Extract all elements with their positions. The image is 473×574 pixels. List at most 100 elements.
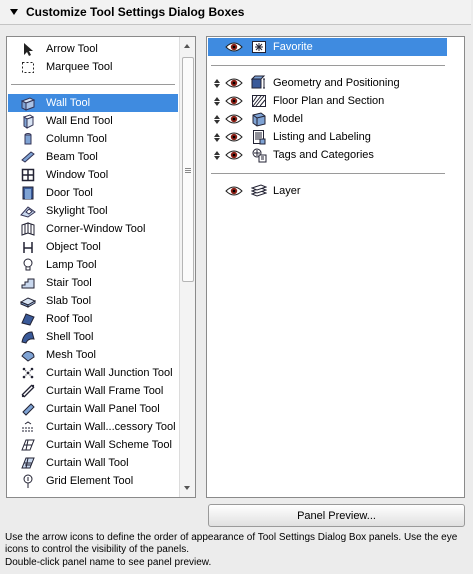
tool-list-item[interactable]: Curtain Wall Tool (8, 454, 176, 472)
panel-list-item[interactable]: Favorite (208, 38, 447, 56)
tool-list-item[interactable]: Mesh Tool (8, 346, 176, 364)
tool-label: Object Tool (46, 241, 101, 253)
tool-list-item[interactable]: Curtain Wall Frame Tool (8, 382, 176, 400)
panel-list-item[interactable]: Model (208, 110, 447, 128)
panel-list-item[interactable]: Geometry and Positioning (208, 74, 447, 92)
tool-list-item[interactable]: Slab Tool (8, 292, 176, 310)
tool-list-scrollbar[interactable] (179, 37, 195, 497)
panel-label: Favorite (273, 41, 313, 53)
shell-tool-icon (16, 328, 40, 346)
visibility-eye-icon[interactable] (223, 182, 245, 200)
scroll-up-arrow-icon[interactable] (184, 44, 190, 48)
tool-label: Grid Element Tool (46, 475, 134, 487)
tool-label: Window Tool (46, 169, 109, 181)
panel-list[interactable]: Favorite Geometry and Positioning Floor Pl… (206, 36, 465, 498)
tool-list-item[interactable]: Object Tool (8, 238, 176, 256)
tool-list-item[interactable]: Curtain Wall Panel Tool (8, 400, 176, 418)
door-tool-icon (16, 184, 40, 202)
marquee-tool-icon (16, 58, 40, 76)
panel-label: Listing and Labeling (273, 131, 371, 143)
section-header[interactable]: Customize Tool Settings Dialog Boxes (0, 0, 471, 25)
tool-list-item[interactable]: Curtain Wall Scheme Tool (8, 436, 176, 454)
tool-label: Corner-Window Tool (46, 223, 146, 235)
visibility-eye-icon[interactable] (223, 38, 245, 56)
reorder-arrows-icon[interactable] (211, 146, 223, 164)
scroll-down-arrow-icon[interactable] (184, 486, 190, 490)
curtain-wall-junction-tool-icon (16, 364, 40, 382)
favorite-panel-icon (249, 38, 269, 56)
tool-list-item[interactable]: Door Tool (8, 184, 176, 202)
tool-list-item[interactable]: Skylight Tool (8, 202, 176, 220)
listing-panel-icon (249, 128, 269, 146)
tool-list-item[interactable]: Wall Tool (8, 94, 178, 112)
tool-label: Shell Tool (46, 331, 94, 343)
reorder-arrows-icon[interactable] (211, 128, 223, 146)
panel-list-item[interactable]: Layer (208, 182, 447, 200)
stair-tool-icon (16, 274, 40, 292)
tool-list-item[interactable]: Window Tool (8, 166, 176, 184)
model-panel-icon (249, 110, 269, 128)
tool-list-item[interactable]: Grid Element Tool (8, 472, 176, 490)
panel-label: Floor Plan and Section (273, 95, 385, 107)
arrow-tool-icon (16, 40, 40, 58)
column-tool-icon (16, 130, 40, 148)
panel-list-separator (211, 65, 445, 66)
disclosure-triangle-icon[interactable] (10, 9, 18, 15)
panel-list-separator (211, 173, 445, 174)
tool-label: Skylight Tool (46, 205, 108, 217)
object-tool-icon (16, 238, 40, 256)
tool-label: Arrow Tool (46, 43, 98, 55)
tool-list-item[interactable]: Wall End Tool (8, 112, 176, 130)
tool-label: Curtain Wall Panel Tool (46, 403, 160, 415)
tool-list-item[interactable]: Beam Tool (8, 148, 176, 166)
reorder-arrows-icon[interactable] (211, 74, 223, 92)
tool-label: Wall End Tool (46, 115, 113, 127)
tool-label: Wall Tool (46, 97, 91, 109)
tool-label: Curtain Wall...cessory Tool (46, 421, 176, 433)
tool-list-item[interactable]: Column Tool (8, 130, 176, 148)
tool-list-item[interactable]: Corner-Window Tool (8, 220, 176, 238)
panel-list-item[interactable]: Tags and Categories (208, 146, 447, 164)
tool-list-item[interactable]: Curtain Wall...cessory Tool (8, 418, 176, 436)
mesh-tool-icon (16, 346, 40, 364)
tool-list-item[interactable]: Roof Tool (8, 310, 176, 328)
tool-label: Curtain Wall Junction Tool (46, 367, 173, 379)
panel-label: Layer (273, 185, 301, 197)
reorder-arrows-icon[interactable] (211, 110, 223, 128)
visibility-eye-icon[interactable] (223, 128, 245, 146)
reorder-arrows-icon[interactable] (211, 92, 223, 110)
corner-window-tool-icon (16, 220, 40, 238)
tool-list-item[interactable]: Shell Tool (8, 328, 176, 346)
tool-list-item[interactable]: Lamp Tool (8, 256, 176, 274)
geometry-panel-icon (249, 74, 269, 92)
tool-list-separator (11, 84, 175, 85)
tool-label: Column Tool (46, 133, 107, 145)
tool-label: Curtain Wall Tool (46, 457, 129, 469)
visibility-eye-icon[interactable] (223, 110, 245, 128)
panel-list-item[interactable]: Floor Plan and Section (208, 92, 447, 110)
tool-list-item[interactable]: Marquee Tool (8, 58, 176, 76)
skylight-tool-icon (16, 202, 40, 220)
grid-element-tool-icon (16, 472, 40, 490)
tool-label: Curtain Wall Scheme Tool (46, 439, 172, 451)
panel-preview-button[interactable]: Panel Preview... (208, 504, 465, 527)
help-text: Use the arrow icons to define the order … (5, 532, 458, 555)
tool-label: Beam Tool (46, 151, 98, 163)
tags-panel-icon (249, 146, 269, 164)
visibility-eye-icon[interactable] (223, 146, 245, 164)
tool-list-item[interactable]: Arrow Tool (8, 40, 176, 58)
tool-list-item[interactable]: Curtain Wall Junction Tool (8, 364, 176, 382)
tool-label: Marquee Tool (46, 61, 113, 73)
window-tool-icon (16, 166, 40, 184)
panel-label: Geometry and Positioning (273, 77, 400, 89)
tool-label: Mesh Tool (46, 349, 96, 361)
tool-label: Curtain Wall Frame Tool (46, 385, 164, 397)
help-text-preview: Double-click panel name to see panel pre… (5, 557, 212, 568)
tool-list[interactable]: Arrow Tool Marquee Tool Wall Tool Wall End … (6, 36, 196, 498)
visibility-eye-icon[interactable] (223, 74, 245, 92)
roof-tool-icon (16, 310, 40, 328)
tool-list-item[interactable]: Stair Tool (8, 274, 176, 292)
visibility-eye-icon[interactable] (223, 92, 245, 110)
scroll-thumb[interactable] (182, 57, 194, 282)
panel-list-item[interactable]: Listing and Labeling (208, 128, 447, 146)
